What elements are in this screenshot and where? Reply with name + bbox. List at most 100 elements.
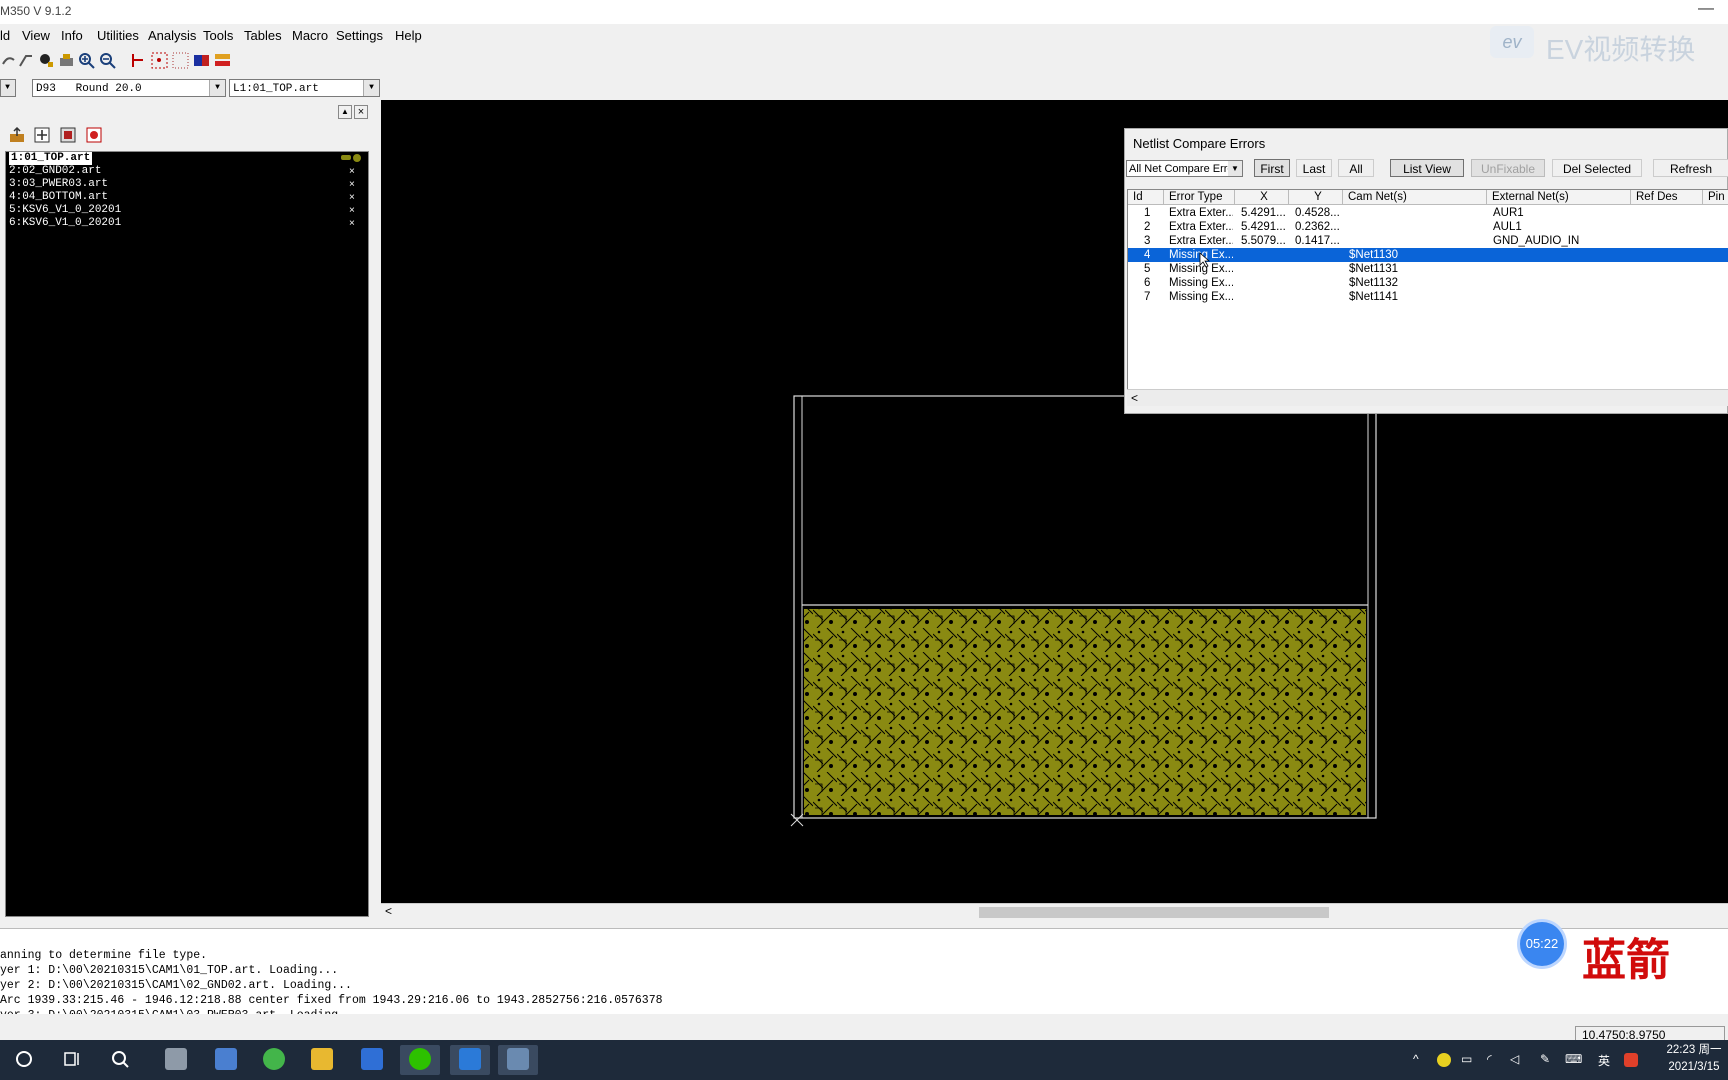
table-row[interactable]: 6 Missing Ex... $Net1132 <box>1128 276 1728 290</box>
layer-hidden-icon[interactable]: × <box>349 191 355 204</box>
task-view-button[interactable] <box>52 1045 92 1075</box>
zoom-window-icon[interactable] <box>38 52 55 69</box>
canvas-horizontal-scrollbar[interactable]: < <box>381 903 1728 920</box>
taskbar-app-wechat[interactable] <box>400 1045 440 1075</box>
wifi-icon[interactable]: ◜ <box>1487 1052 1492 1066</box>
column-header-x[interactable]: X <box>1235 190 1289 205</box>
menu-utilities[interactable]: Utilities <box>97 28 139 43</box>
column-header-external-nets[interactable]: External Net(s) <box>1487 190 1631 205</box>
refresh-button[interactable]: Refresh <box>1653 159 1728 177</box>
table-row[interactable]: 7 Missing Ex... $Net1141 <box>1128 290 1728 304</box>
zoom-out-icon[interactable] <box>99 52 116 69</box>
menu-help[interactable]: Help <box>395 28 422 43</box>
delete-layer-icon[interactable] <box>85 126 103 144</box>
scroll-left-button[interactable]: < <box>1131 391 1138 405</box>
tray-expand-icon[interactable]: ^ <box>1413 1052 1419 1066</box>
volume-icon[interactable]: ◁ <box>1510 1052 1519 1066</box>
keyboard-icon[interactable]: ⌨ <box>1565 1052 1582 1066</box>
column-header-cam-nets[interactable]: Cam Net(s) <box>1343 190 1487 205</box>
select-icon[interactable] <box>130 52 147 69</box>
unit-select[interactable]: ▼ <box>0 79 16 97</box>
table-row-selected[interactable]: 4 Missing Ex... $Net1130 <box>1128 248 1728 262</box>
clock-time: 22:23 周一 <box>1666 1044 1722 1056</box>
taskbar-app-cam350[interactable] <box>498 1045 538 1075</box>
menu-view[interactable]: View <box>22 28 50 43</box>
table-row[interactable]: 2 Extra Exter... 5.4291... 0.2362... AUL… <box>1128 220 1728 234</box>
panel-close-button[interactable]: × <box>354 105 368 119</box>
column-header-ref-des[interactable]: Ref Des <box>1631 190 1703 205</box>
menu-analysis[interactable]: Analysis <box>148 28 196 43</box>
table-row[interactable]: 5 Missing Ex... $Net1131 <box>1128 262 1728 276</box>
color-icon[interactable] <box>193 52 210 69</box>
del-selected-button[interactable]: Del Selected <box>1552 159 1642 177</box>
menu-info[interactable]: Info <box>61 28 83 43</box>
layer-item-5[interactable]: 5:KSV6_V1_0_20201 <box>9 204 121 217</box>
column-header-y[interactable]: Y <box>1289 190 1343 205</box>
layer-hidden-icon[interactable]: × <box>349 204 355 217</box>
battery-icon[interactable]: ▭ <box>1461 1052 1472 1066</box>
undo-icon[interactable] <box>0 52 17 69</box>
layer-visible-icon[interactable] <box>353 154 361 162</box>
table-row[interactable]: 3 Extra Exter... 5.5079... 0.1417... GND… <box>1128 234 1728 248</box>
first-button[interactable]: First <box>1254 159 1290 177</box>
aperture-select[interactable]: D93 Round 20.0 ▼ <box>32 79 226 97</box>
error-filter-select[interactable]: All Net Compare Erro ▼ <box>1126 160 1243 177</box>
cell-id: 4 <box>1144 249 1151 261</box>
taskbar-app-wps[interactable] <box>352 1045 392 1075</box>
menu-bar: ld View Info Utilities Analysis Tools Ta… <box>0 24 1728 46</box>
menu-field[interactable]: ld <box>0 28 10 43</box>
taskbar-app-file-explorer[interactable] <box>302 1045 342 1075</box>
layer-item-6[interactable]: 6:KSV6_V1_0_20201 <box>9 217 121 230</box>
layer-select[interactable]: L1:01_TOP.art ▼ <box>229 79 380 97</box>
redo-icon[interactable] <box>18 52 35 69</box>
scroll-thumb[interactable] <box>979 907 1329 918</box>
last-button[interactable]: Last <box>1296 159 1332 177</box>
system-clock[interactable]: 22:23 周一 2021/3/15 <box>1660 1042 1728 1078</box>
menu-macro[interactable]: Macro <box>292 28 328 43</box>
layer-hidden-icon[interactable]: × <box>349 165 355 178</box>
start-button[interactable] <box>4 1045 44 1075</box>
layer-item-1[interactable]: 1:01_TOP.art <box>9 152 93 165</box>
menu-tables[interactable]: Tables <box>244 28 282 43</box>
menu-tools[interactable]: Tools <box>203 28 233 43</box>
column-header-pin[interactable]: Pin <box>1703 190 1728 205</box>
layer-item-4[interactable]: 4:04_BOTTOM.art <box>9 191 108 204</box>
dialog-horizontal-scrollbar[interactable]: < <box>1127 389 1728 406</box>
print-icon[interactable] <box>58 52 75 69</box>
panel-float-button[interactable]: ▲ <box>338 105 352 119</box>
list-view-button[interactable]: List View <box>1390 159 1464 177</box>
layers-icon[interactable] <box>214 52 231 69</box>
layer-item-2[interactable]: 2:02_GND02.art <box>9 165 101 178</box>
tray-app-icon[interactable] <box>1437 1053 1451 1067</box>
taskbar-app-browser[interactable] <box>254 1045 294 1075</box>
layer-properties-icon[interactable] <box>59 126 77 144</box>
toolbar <box>0 48 420 74</box>
add-layer-icon[interactable] <box>33 126 51 144</box>
cell-id: 2 <box>1144 221 1151 233</box>
taskbar-app-settings[interactable] <box>156 1045 196 1075</box>
snap-grid-icon[interactable] <box>172 52 189 69</box>
all-button[interactable]: All <box>1338 159 1374 177</box>
layer-hidden-icon[interactable]: × <box>349 217 355 230</box>
pen-icon[interactable]: ✎ <box>1540 1052 1550 1066</box>
grid-icon[interactable] <box>151 52 168 69</box>
window-title: M350 V 9.1.2 <box>0 4 72 18</box>
zoom-in-icon[interactable] <box>78 52 95 69</box>
minimize-button[interactable]: — <box>1698 0 1714 18</box>
column-header-id[interactable]: Id <box>1128 190 1164 205</box>
taskbar-app-calculator[interactable] <box>206 1045 246 1075</box>
unfixable-button[interactable]: UnFixable <box>1471 159 1545 177</box>
layer-item-3[interactable]: 3:03_PWER03.art <box>9 178 108 191</box>
cam350-icon <box>507 1048 529 1070</box>
taskbar-app-dfm[interactable] <box>450 1045 490 1075</box>
open-layer-icon[interactable] <box>8 126 26 144</box>
layer-hidden-icon[interactable]: × <box>349 178 355 191</box>
sogou-icon[interactable] <box>1624 1053 1638 1067</box>
menu-settings[interactable]: Settings <box>336 28 383 43</box>
scroll-left-button[interactable]: < <box>385 904 392 918</box>
search-button[interactable] <box>100 1045 140 1075</box>
ime-indicator[interactable]: 英 <box>1598 1052 1610 1069</box>
dfm-icon <box>459 1048 481 1070</box>
table-row[interactable]: 1 Extra Exter... 5.4291... 0.4528... AUR… <box>1128 206 1728 220</box>
column-header-error-type[interactable]: Error Type <box>1164 190 1235 205</box>
